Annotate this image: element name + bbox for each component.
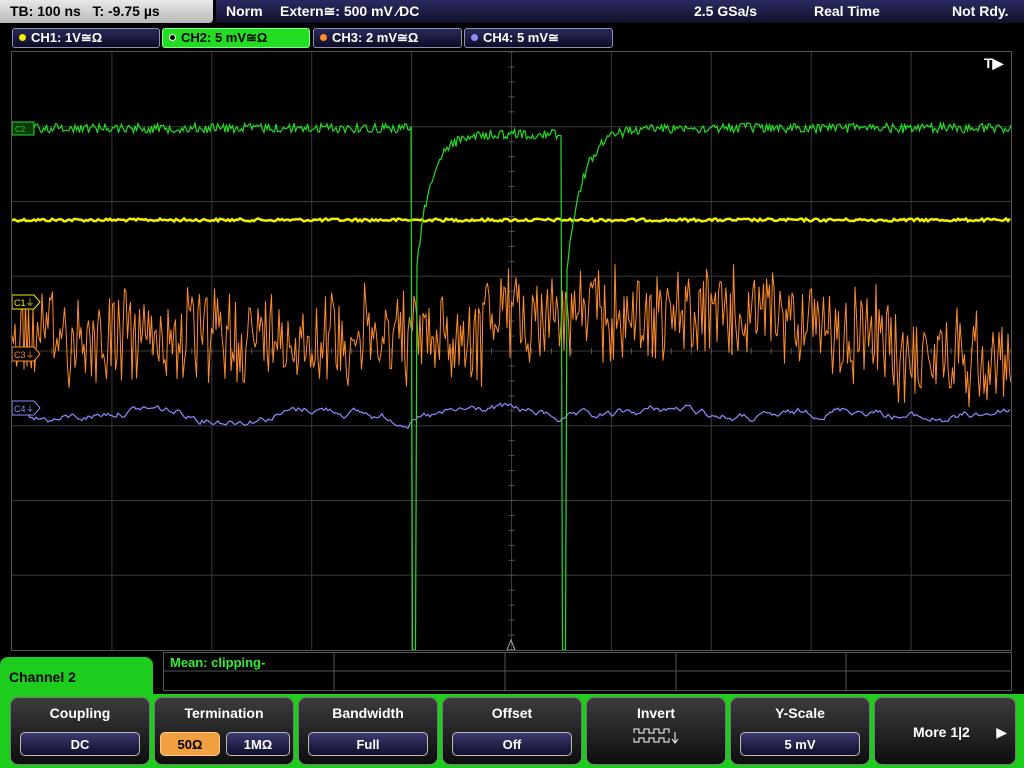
sample-rate: 2.5 GSa/s [694, 3, 758, 19]
coupling-title: Coupling [49, 705, 111, 721]
more-label: More 1|2 [913, 724, 970, 740]
waveform-canvas: C1⏚ C3⏚ C4⏚ C2 T▶ [12, 52, 1011, 650]
yscale-title: Y-Scale [775, 705, 825, 721]
trigger-status-panel[interactable]: Norm Extern≅: 500 mV ⁄DC 2.5 GSa/s Real … [216, 0, 1024, 23]
ch4-color-dot [471, 34, 478, 41]
offset-title: Offset [491, 705, 533, 721]
termination-50ohm-option[interactable]: 50Ω [160, 732, 220, 756]
trigger-position-marker[interactable]: T▶ [984, 55, 1005, 71]
tab-ch1[interactable]: CH1: 1V≅Ω [12, 28, 160, 48]
invert-waveform-icon [633, 728, 679, 744]
tab-ch4[interactable]: CH4: 5 mV≅ [464, 28, 613, 48]
tab-ch2-label: CH2: 5 mV≅Ω [181, 30, 268, 45]
ch1-ground-marker[interactable]: C1⏚ [12, 294, 41, 310]
coupling-value: DC [20, 732, 140, 756]
termination-softkey[interactable]: Termination 50Ω 1MΩ [154, 697, 294, 765]
trigger-mode: Norm [226, 3, 263, 19]
tab-ch2[interactable]: CH2: 5 mV≅Ω [162, 28, 310, 48]
trigger-source: Extern≅: 500 mV ⁄DC [280, 3, 420, 19]
more-softkey[interactable]: More 1|2 ▶ [874, 697, 1016, 765]
bandwidth-value: Full [308, 732, 428, 756]
bandwidth-softkey[interactable]: Bandwidth Full [298, 697, 438, 765]
bandwidth-title: Bandwidth [332, 705, 404, 721]
coupling-softkey[interactable]: Coupling DC [10, 697, 150, 765]
timebase-readout[interactable]: TB: 100 ns T: -9.75 µs [0, 0, 213, 23]
acquisition-mode: Real Time [814, 3, 880, 19]
waveform-display[interactable]: C1⏚ C3⏚ C4⏚ C2 T▶ [11, 51, 1012, 651]
status-bar: TB: 100 ns T: -9.75 µs Norm Extern≅: 500… [0, 0, 1024, 24]
ch1-marker-label: C1⏚ [14, 298, 35, 308]
ch1-color-dot [19, 34, 26, 41]
tab-ch1-label: CH1: 1V≅Ω [31, 30, 103, 45]
ch2-marker-label: C2 [15, 125, 26, 134]
offset-value: Off [452, 732, 572, 756]
offset-softkey[interactable]: Offset Off [442, 697, 582, 765]
measurement-bar[interactable]: Mean: clipping- [163, 652, 1012, 691]
tab-ch4-label: CH4: 5 mV≅ [483, 30, 559, 45]
ch3-ground-marker[interactable]: C3⏚ [12, 346, 41, 362]
invert-softkey[interactable]: Invert [586, 697, 726, 765]
triangle-right-icon: ▶ [996, 724, 1007, 740]
invert-title: Invert [636, 705, 676, 721]
ch2-color-dot [169, 34, 176, 41]
measurement-readout: Mean: clipping- [170, 655, 266, 670]
acquisition-state: Not Rdy. [952, 3, 1009, 19]
yscale-softkey[interactable]: Y-Scale 5 mV [730, 697, 870, 765]
ch4-marker-label: C4⏚ [14, 404, 35, 414]
ch2-ground-marker[interactable]: C2 [12, 121, 35, 136]
termination-title: Termination [184, 705, 264, 721]
termination-1mohm-option[interactable]: 1MΩ [226, 732, 290, 756]
ch3-marker-label: C3⏚ [14, 350, 35, 360]
ch3-color-dot [320, 34, 327, 41]
tab-ch3[interactable]: CH3: 2 mV≅Ω [313, 28, 462, 48]
graticule [12, 52, 1011, 650]
yscale-value: 5 mV [740, 732, 860, 756]
ch4-ground-marker[interactable]: C4⏚ [12, 400, 41, 416]
tab-ch3-label: CH3: 2 mV≅Ω [332, 30, 419, 45]
menu-title-tab: Channel 2 [0, 657, 153, 702]
measurement-grid [164, 653, 1011, 690]
